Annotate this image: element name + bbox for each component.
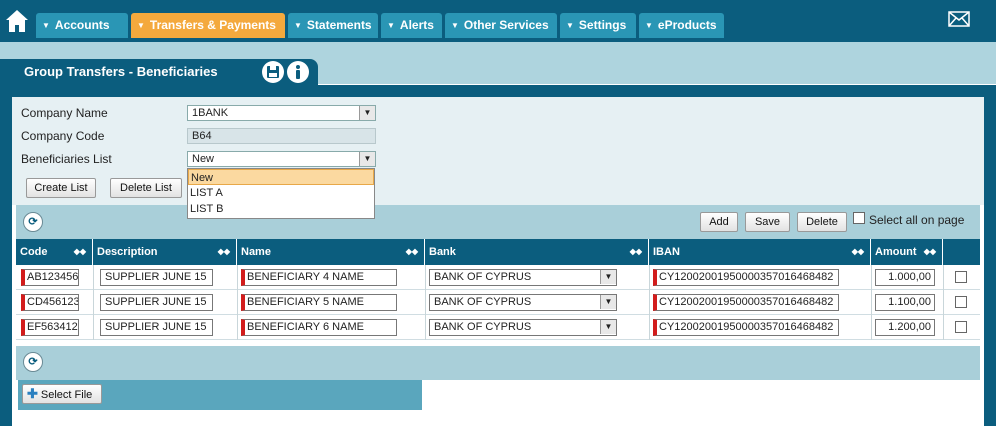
iban-input[interactable]: CY12002001950000357016468482 bbox=[653, 319, 839, 336]
sort-icon[interactable]: ◆◆ bbox=[406, 239, 418, 265]
description-input[interactable]: SUPPLIER JUNE 15 bbox=[100, 269, 213, 286]
select-all-label: Select all on page bbox=[869, 213, 965, 227]
beneficiaries-list-label: Beneficiaries List bbox=[21, 152, 112, 166]
dropdown-option-list-b[interactable]: LIST B bbox=[188, 201, 374, 217]
table-row: AB123456 SUPPLIER JUNE 15 BENEFICIARY 4 … bbox=[16, 265, 980, 290]
iban-input[interactable]: CY12002001950000357016468482 bbox=[653, 294, 839, 311]
tab-other-services[interactable]: ▼ Other Services bbox=[445, 13, 557, 38]
column-header-code[interactable]: Code ◆◆ bbox=[16, 239, 93, 265]
table-header: Code ◆◆ Description ◆◆ Name ◆◆ Bank ◆◆ IBAN ◆… bbox=[16, 239, 980, 265]
sort-icon[interactable]: ◆◆ bbox=[218, 239, 230, 265]
caret-down-icon: ▼ bbox=[451, 21, 459, 30]
table-footer-toolbar: ⟳ bbox=[16, 346, 980, 380]
amount-input[interactable]: 1.100,00 bbox=[875, 294, 935, 311]
select-file-button[interactable]: ✚ Select File bbox=[22, 384, 102, 404]
tab-eproducts[interactable]: ▼ eProducts bbox=[639, 13, 724, 38]
code-input[interactable]: AB123456 bbox=[21, 269, 79, 286]
create-list-button[interactable]: Create List bbox=[26, 178, 96, 198]
name-input[interactable]: BENEFICIARY 6 NAME bbox=[241, 319, 397, 336]
company-code-field: B64 bbox=[187, 128, 376, 144]
home-icon[interactable] bbox=[4, 8, 30, 34]
sort-icon[interactable]: ◆◆ bbox=[924, 239, 936, 265]
refresh-icon[interactable]: ⟳ bbox=[23, 352, 43, 372]
dropdown-option-new[interactable]: New bbox=[188, 169, 374, 185]
company-code-label: Company Code bbox=[21, 129, 105, 143]
section-header: Group Transfers - Beneficiaries bbox=[0, 59, 318, 85]
code-input[interactable]: EF563412 bbox=[21, 319, 79, 336]
table-row: EF563412 SUPPLIER JUNE 15 BENEFICIARY 6 … bbox=[16, 315, 980, 340]
chevron-down-icon[interactable]: ▼ bbox=[359, 106, 375, 120]
column-header-iban[interactable]: IBAN ◆◆ bbox=[649, 239, 871, 265]
bank-select[interactable]: BANK OF CYPRUS ▼ bbox=[429, 269, 617, 286]
amount-input[interactable]: 1.000,00 bbox=[875, 269, 935, 286]
tab-alerts[interactable]: ▼ Alerts bbox=[381, 13, 442, 38]
row-checkbox[interactable] bbox=[955, 271, 967, 283]
table-row: CD456123 SUPPLIER JUNE 15 BENEFICIARY 5 … bbox=[16, 290, 980, 315]
caret-down-icon: ▼ bbox=[42, 21, 50, 30]
company-form: Company Name 1BANK ▼ Company Code B64 Be… bbox=[12, 97, 984, 205]
envelope-icon[interactable] bbox=[948, 11, 970, 27]
file-upload-panel: ✚ Select File bbox=[18, 380, 422, 426]
tab-statements[interactable]: ▼ Statements bbox=[288, 13, 378, 38]
beneficiaries-dropdown-list: New LIST A LIST B bbox=[187, 168, 375, 219]
sort-icon[interactable]: ◆◆ bbox=[630, 239, 642, 265]
description-input[interactable]: SUPPLIER JUNE 15 bbox=[100, 319, 213, 336]
column-header-amount[interactable]: Amount ◆◆ bbox=[871, 239, 943, 265]
caret-down-icon: ▼ bbox=[294, 21, 302, 30]
file-upload-bar: ✚ Select File bbox=[18, 380, 422, 410]
name-input[interactable]: BENEFICIARY 5 NAME bbox=[241, 294, 397, 311]
amount-input[interactable]: 1.200,00 bbox=[875, 319, 935, 336]
chevron-down-icon[interactable]: ▼ bbox=[600, 320, 616, 334]
column-header-name[interactable]: Name ◆◆ bbox=[237, 239, 425, 265]
select-all-checkbox[interactable] bbox=[853, 212, 865, 224]
row-checkbox[interactable] bbox=[955, 296, 967, 308]
tab-settings[interactable]: ▼ Settings bbox=[560, 13, 636, 38]
company-name-select[interactable]: 1BANK ▼ bbox=[187, 105, 376, 121]
plus-icon: ✚ bbox=[27, 386, 38, 401]
bank-select[interactable]: BANK OF CYPRUS ▼ bbox=[429, 294, 617, 311]
name-input[interactable]: BENEFICIARY 4 NAME bbox=[241, 269, 397, 286]
caret-down-icon: ▼ bbox=[645, 21, 653, 30]
code-input[interactable]: CD456123 bbox=[21, 294, 79, 311]
caret-down-icon: ▼ bbox=[387, 21, 395, 30]
sort-icon[interactable]: ◆◆ bbox=[74, 239, 86, 265]
caret-down-icon: ▼ bbox=[566, 21, 574, 30]
bank-select[interactable]: BANK OF CYPRUS ▼ bbox=[429, 319, 617, 336]
add-button[interactable]: Add bbox=[700, 212, 738, 232]
column-header-description[interactable]: Description ◆◆ bbox=[93, 239, 237, 265]
main-panel: Company Name 1BANK ▼ Company Code B64 Be… bbox=[0, 85, 996, 426]
beneficiaries-list-select[interactable]: New ▼ bbox=[187, 151, 376, 167]
chevron-down-icon[interactable]: ▼ bbox=[600, 270, 616, 284]
iban-input[interactable]: CY12002001950000357016468482 bbox=[653, 269, 839, 286]
table-toolbar: ⟳ Add Save Delete Select all on page bbox=[16, 205, 980, 239]
top-navigation: ▼ Accounts ▼ Transfers & Payments ▼ Stateme… bbox=[0, 0, 996, 42]
delete-list-button[interactable]: Delete List bbox=[110, 178, 182, 198]
refresh-icon[interactable]: ⟳ bbox=[23, 212, 43, 232]
info-icon[interactable] bbox=[287, 61, 309, 83]
tab-accounts[interactable]: ▼ Accounts bbox=[36, 13, 128, 38]
company-name-label: Company Name bbox=[21, 106, 108, 120]
caret-down-icon: ▼ bbox=[137, 21, 145, 30]
row-checkbox[interactable] bbox=[955, 321, 967, 333]
description-input[interactable]: SUPPLIER JUNE 15 bbox=[100, 294, 213, 311]
delete-button[interactable]: Delete bbox=[797, 212, 847, 232]
content-area: Company Name 1BANK ▼ Company Code B64 Be… bbox=[12, 97, 984, 426]
column-header-select bbox=[943, 239, 980, 265]
chevron-down-icon[interactable]: ▼ bbox=[600, 295, 616, 309]
column-header-bank[interactable]: Bank ◆◆ bbox=[425, 239, 649, 265]
dropdown-option-list-a[interactable]: LIST A bbox=[188, 185, 374, 201]
sort-icon[interactable]: ◆◆ bbox=[852, 239, 864, 265]
chevron-down-icon[interactable]: ▼ bbox=[359, 152, 375, 166]
save-button[interactable]: Save bbox=[745, 212, 790, 232]
tab-transfers-payments[interactable]: ▼ Transfers & Payments bbox=[131, 13, 285, 38]
save-icon[interactable] bbox=[262, 61, 284, 83]
page-title: Group Transfers - Beneficiaries bbox=[24, 64, 218, 79]
